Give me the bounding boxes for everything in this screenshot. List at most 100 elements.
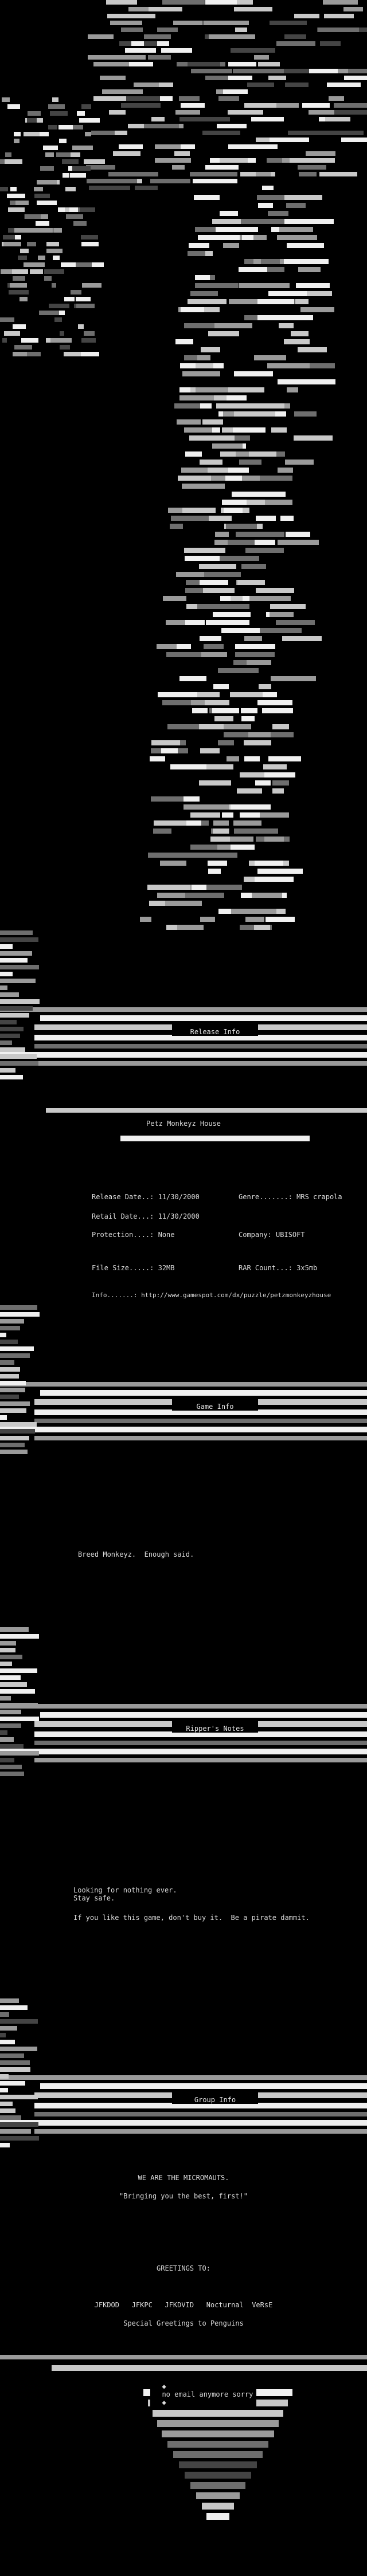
art-block <box>76 297 91 301</box>
art-block <box>89 186 130 190</box>
art-block <box>0 2120 367 2126</box>
art-block <box>279 227 313 232</box>
art-block <box>174 652 202 657</box>
art-block <box>0 1326 20 1330</box>
art-block <box>204 764 234 769</box>
group-info-header: Group Info <box>172 2096 258 2104</box>
art-block <box>13 324 26 329</box>
art-block <box>277 379 295 384</box>
art-block <box>209 34 255 39</box>
art-block <box>0 1388 25 1392</box>
art-block <box>202 283 238 288</box>
art-block <box>199 636 221 641</box>
art-block <box>162 2430 274 2437</box>
art-block <box>241 708 258 713</box>
art-block <box>261 259 280 264</box>
art-block <box>0 1655 22 1659</box>
art-block <box>239 772 264 777</box>
art-block <box>191 885 206 890</box>
art-block <box>185 893 224 898</box>
art-block <box>177 476 211 481</box>
protection: Protection....: None <box>92 1231 175 1239</box>
art-block <box>267 363 310 368</box>
art-block <box>0 1668 37 1673</box>
art-block <box>59 139 67 143</box>
art-block <box>77 111 85 116</box>
art-block <box>227 756 240 761</box>
art-block <box>258 2092 367 2098</box>
art-block <box>245 548 284 553</box>
art-block <box>323 0 358 5</box>
art-block <box>34 1399 172 1405</box>
art-block <box>184 548 226 553</box>
info-link[interactable]: Info.......: http://www.gamespot.com/dx/… <box>92 1291 331 1299</box>
art-block <box>181 144 195 149</box>
art-block <box>0 1627 29 1632</box>
art-block <box>53 256 60 260</box>
art-block <box>167 724 199 729</box>
art-block <box>214 532 229 537</box>
art-block <box>182 508 216 513</box>
art-block <box>85 132 91 136</box>
art-block <box>52 2365 367 2371</box>
art-block <box>72 146 93 150</box>
art-block <box>244 580 265 585</box>
art-block <box>15 201 29 205</box>
art-block <box>5 159 22 164</box>
art-block <box>1 269 12 274</box>
art-block <box>197 235 240 240</box>
art-block <box>184 427 212 433</box>
art-block <box>230 845 255 850</box>
art-block <box>0 2067 30 2072</box>
art-block <box>0 1415 7 1420</box>
art-block <box>278 323 294 328</box>
art-block <box>213 684 229 689</box>
art-block <box>182 371 220 376</box>
art-block <box>64 352 81 356</box>
art-block <box>206 2513 229 2520</box>
art-block <box>208 331 239 336</box>
art-block <box>233 371 273 376</box>
art-block <box>28 111 41 116</box>
art-block <box>302 103 330 108</box>
art-block <box>282 636 322 641</box>
art-block <box>163 901 202 906</box>
art-block <box>40 1015 367 1021</box>
art-block <box>241 235 253 240</box>
art-block <box>201 347 221 352</box>
art-block <box>299 172 317 176</box>
art-block <box>188 299 227 304</box>
art-block <box>52 283 56 288</box>
art-block <box>231 596 243 601</box>
game-info-header: Game Info <box>172 1403 258 1411</box>
art-block <box>272 788 284 794</box>
art-block <box>153 2410 283 2417</box>
art-block <box>0 1703 38 1707</box>
art-block <box>179 395 214 400</box>
art-block <box>88 55 129 60</box>
art-block <box>0 1346 34 1351</box>
art-block <box>76 304 95 308</box>
art-block <box>327 83 361 87</box>
art-block <box>267 532 284 537</box>
art-block <box>179 2461 257 2468</box>
art-block <box>196 2492 240 2499</box>
art-block <box>234 7 272 11</box>
art-block <box>217 845 232 850</box>
art-block <box>257 700 293 705</box>
art-block <box>0 965 39 969</box>
art-block <box>149 7 182 11</box>
art-block <box>150 179 190 183</box>
art-block <box>196 363 214 368</box>
art-block <box>220 211 239 216</box>
art-block <box>191 69 232 73</box>
art-block <box>0 1013 29 1018</box>
art-block <box>49 304 69 308</box>
art-block <box>0 1648 15 1652</box>
art-block <box>176 644 191 649</box>
art-block <box>262 186 274 190</box>
art-block <box>0 2108 15 2113</box>
art-block <box>0 2129 31 2134</box>
art-block <box>179 117 230 121</box>
art-block <box>249 451 277 457</box>
